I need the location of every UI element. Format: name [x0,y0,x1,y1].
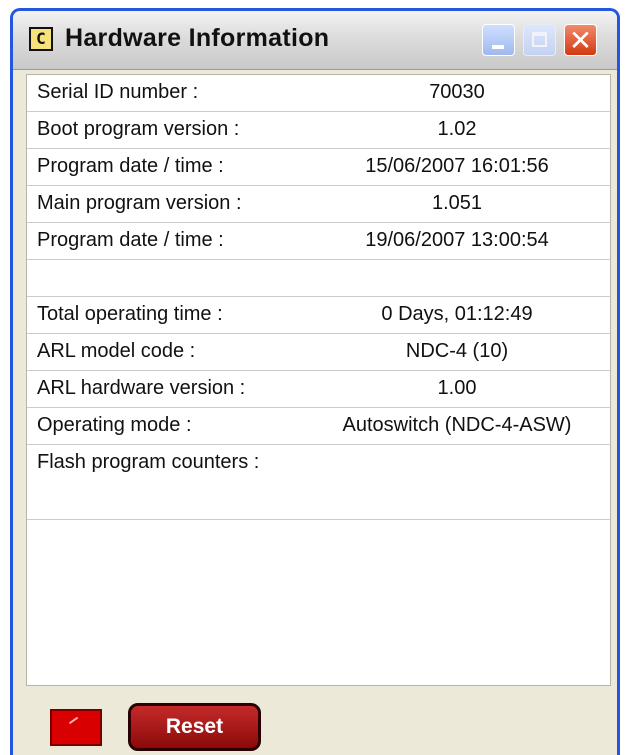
close-icon: ✕ [568,24,593,57]
row-label: Total operating time : [37,303,223,325]
minimize-icon [492,45,504,49]
status-indicator [50,709,102,746]
info-row-model-code: ARL model code : NDC-4 (10) [27,334,610,371]
row-value: 15/06/2007 16:01:56 [365,155,549,177]
app-icon[interactable]: C [29,27,53,51]
info-row-boot-version: Boot program version : 1.02 [27,112,610,149]
row-label: ARL hardware version : [37,377,246,399]
app-icon-glyph: C [36,29,46,48]
row-label: Operating mode : [37,414,192,436]
row-value: Autoswitch (NDC-4-ASW) [342,414,572,436]
row-label: Program date / time : [37,229,224,251]
row-label: Flash program counters : [37,451,260,473]
window-title: Hardware Information [65,24,330,52]
info-row-boot-date: Program date / time : 15/06/2007 16:01:5… [27,149,610,186]
info-row-hardware-version: ARL hardware version : 1.00 [27,371,610,408]
row-value: NDC-4 (10) [405,340,509,362]
row-value: 70030 [429,81,485,103]
info-row-operating-time: Total operating time : 0 Days, 01:12:49 [27,297,610,334]
info-row-main-version: Main program version : 1.051 [27,186,610,223]
row-label: Boot program version : [37,118,240,140]
reset-button[interactable]: Reset [128,703,261,751]
info-row-operating-mode: Operating mode : Autoswitch (NDC-4-ASW) [27,408,610,445]
row-value: 1.02 [437,118,477,140]
info-row-serial-id: Serial ID number : 70030 [27,75,610,112]
row-label: Serial ID number : [37,81,199,103]
info-row-flash-counters: Flash program counters : [27,445,610,520]
indicator-glare [68,716,82,729]
info-row-main-date: Program date / time : 19/06/2007 13:00:5… [27,223,610,260]
info-panel: Serial ID number : 70030 Boot program ve… [26,74,611,686]
info-row-blank [27,260,610,297]
close-button[interactable]: ✕ [564,24,597,56]
row-label: Main program version : [37,192,242,214]
title-bar[interactable]: C Hardware Information ✕ [13,11,617,70]
row-label: ARL model code : [37,340,196,362]
footer-bar: Reset [13,693,617,755]
minimize-button[interactable] [482,24,515,56]
row-value: 0 Days, 01:12:49 [381,303,533,325]
maximize-button[interactable] [523,24,556,56]
row-value: 1.051 [431,192,483,214]
hardware-info-window: C Hardware Information ✕ Serial ID numbe… [10,8,620,755]
row-label: Program date / time : [37,155,224,177]
maximize-icon [532,32,547,47]
row-value: 1.00 [437,377,477,399]
row-value: 19/06/2007 13:00:54 [365,229,549,251]
